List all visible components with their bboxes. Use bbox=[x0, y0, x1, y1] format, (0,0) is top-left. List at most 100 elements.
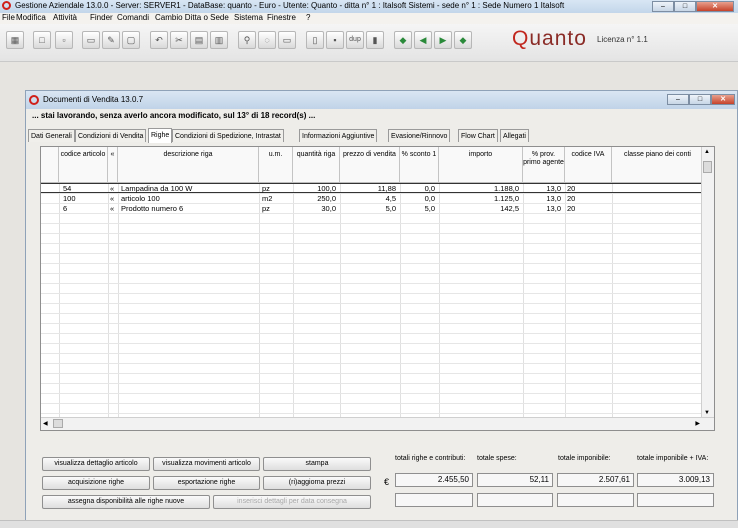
tab-dati-generali[interactable]: Dati Generali bbox=[28, 129, 75, 142]
first-record-icon[interactable]: ◆ bbox=[394, 31, 412, 49]
header-prov-agente[interactable]: % prov. primo agente bbox=[523, 147, 565, 183]
header-codice-iva[interactable]: codice IVA bbox=[565, 147, 612, 183]
hscroll-thumb[interactable] bbox=[53, 419, 63, 428]
riaggiorna-prezzi-button[interactable]: (ri)aggiorna prezzi bbox=[263, 476, 371, 490]
acquisizione-righe-button[interactable]: acquisizione righe bbox=[42, 476, 150, 490]
tab-condizioni-spedizione[interactable]: Condizioni di Spedizione, Intrastat bbox=[172, 129, 284, 142]
cell-importo[interactable]: 1.188,0 bbox=[439, 184, 519, 194]
zoom-icon[interactable]: ◌ bbox=[258, 31, 276, 49]
header-prezzo[interactable]: prezzo di vendita bbox=[340, 147, 400, 183]
dup-button[interactable]: dup bbox=[346, 31, 364, 49]
header-quantita[interactable]: quantità riga bbox=[293, 147, 340, 183]
cell-descrizione[interactable]: articolo 100 bbox=[121, 194, 160, 204]
tab-righe[interactable]: Righe bbox=[148, 128, 173, 143]
cell-quantita[interactable]: 250,0 bbox=[293, 194, 336, 204]
cell-codice[interactable]: 54 bbox=[63, 184, 71, 194]
cell-quantita[interactable]: 100,0 bbox=[293, 184, 336, 194]
child-maximize-button[interactable]: □ bbox=[689, 94, 711, 105]
scroll-thumb[interactable] bbox=[703, 161, 712, 173]
edit-icon[interactable]: ✎ bbox=[102, 31, 120, 49]
menu-attivita[interactable]: Attività bbox=[53, 13, 77, 22]
visualizza-dettaglio-button[interactable]: visualizza dettaglio articolo bbox=[42, 457, 150, 471]
open-icon[interactable]: ▭ bbox=[82, 31, 100, 49]
next-record-icon[interactable]: ▶ bbox=[434, 31, 452, 49]
cell-descrizione[interactable]: Lampadina da 100 W bbox=[121, 184, 192, 194]
cell-prov[interactable]: 13,0 bbox=[523, 194, 561, 204]
header-descrizione[interactable]: descrizione riga bbox=[118, 147, 259, 183]
cell-um[interactable]: m2 bbox=[262, 194, 272, 204]
previous-record-icon[interactable]: ◀ bbox=[414, 31, 432, 49]
cell-sconto[interactable]: 5,0 bbox=[400, 204, 435, 214]
scroll-right-icon[interactable]: ▶ bbox=[695, 420, 700, 427]
minimize-button[interactable]: – bbox=[652, 1, 674, 12]
clear-icon[interactable]: ▢ bbox=[122, 31, 140, 49]
stampa-button[interactable]: stampa bbox=[263, 457, 371, 471]
clipboard-icon[interactable]: ▥ bbox=[210, 31, 228, 49]
maximize-button[interactable]: □ bbox=[674, 1, 696, 12]
header-classe-piano-conti[interactable]: classe piano dei conti bbox=[612, 147, 704, 183]
cell-iva[interactable]: 20 bbox=[567, 204, 575, 214]
menu-cambio-ditta[interactable]: Cambio Ditta o Sede bbox=[155, 13, 229, 22]
paste-icon[interactable]: ▤ bbox=[190, 31, 208, 49]
cell-prezzo[interactable]: 4,5 bbox=[340, 194, 396, 204]
cell-sconto[interactable]: 0,0 bbox=[400, 194, 435, 204]
esportazione-righe-button[interactable]: esportazione righe bbox=[153, 476, 260, 490]
cell-iva[interactable]: 20 bbox=[567, 184, 575, 194]
header-importo[interactable]: importo bbox=[439, 147, 523, 183]
cell-arrow[interactable]: « bbox=[110, 194, 114, 204]
header-um[interactable]: u.m. bbox=[259, 147, 293, 183]
cell-importo[interactable]: 142,5 bbox=[439, 204, 519, 214]
assegna-disponibilita-button[interactable]: assegna disponibilità alle righe nuove bbox=[42, 495, 210, 509]
child-minimize-button[interactable]: – bbox=[667, 94, 689, 105]
cell-um[interactable]: pz bbox=[262, 204, 270, 214]
tab-informazioni-aggiuntive[interactable]: Informazioni Aggiuntive bbox=[299, 129, 378, 142]
child-close-button[interactable]: ✕ bbox=[711, 94, 735, 105]
cell-arrow[interactable]: « bbox=[110, 204, 114, 214]
grid-vertical-scrollbar[interactable]: ▲ ▼ bbox=[701, 147, 714, 418]
header-arrow[interactable]: « bbox=[108, 147, 118, 183]
cell-descrizione[interactable]: Prodotto numero 6 bbox=[121, 204, 183, 214]
header-sconto[interactable]: % sconto 1 bbox=[400, 147, 439, 183]
menu-finder[interactable]: Finder bbox=[90, 13, 113, 22]
menu-help[interactable]: ? bbox=[306, 13, 310, 22]
last-record-icon[interactable]: ◆ bbox=[454, 31, 472, 49]
visualizza-movimenti-button[interactable]: visualizza movimenti articolo bbox=[153, 457, 260, 471]
grid-horizontal-scrollbar[interactable]: ◀ ▶ bbox=[41, 417, 714, 430]
tab-condizioni-vendita[interactable]: Condizioni di Vendita bbox=[75, 129, 147, 142]
cut-icon[interactable]: ✂ bbox=[170, 31, 188, 49]
menu-sistema[interactable]: Sistema bbox=[234, 13, 263, 22]
new-icon[interactable]: □ bbox=[33, 31, 51, 49]
cell-codice[interactable]: 100 bbox=[63, 194, 76, 204]
cell-prezzo[interactable]: 5,0 bbox=[340, 204, 396, 214]
scroll-left-icon[interactable]: ◀ bbox=[43, 420, 48, 427]
cell-prov[interactable]: 13,0 bbox=[523, 184, 561, 194]
righe-grid[interactable]: codice articolo « descrizione riga u.m. … bbox=[40, 146, 715, 431]
cell-arrow[interactable]: « bbox=[110, 184, 114, 194]
cell-prezzo[interactable]: 11,88 bbox=[340, 184, 396, 194]
scroll-up-icon[interactable]: ▲ bbox=[704, 149, 710, 155]
save-icon[interactable]: ▪ bbox=[326, 31, 344, 49]
undo-icon[interactable]: ↶ bbox=[150, 31, 168, 49]
tab-evasione-rinnovo[interactable]: Evasione/Rinnovo bbox=[388, 129, 451, 142]
menu-finestre[interactable]: Finestre bbox=[267, 13, 296, 22]
menu-modifica[interactable]: Modifica bbox=[16, 13, 46, 22]
document-icon[interactable]: ▯ bbox=[306, 31, 324, 49]
close-button[interactable]: ✕ bbox=[696, 1, 734, 12]
search-icon[interactable]: ⚲ bbox=[238, 31, 256, 49]
tab-allegati[interactable]: Allegati bbox=[500, 129, 529, 142]
cell-sconto[interactable]: 0,0 bbox=[400, 184, 435, 194]
cell-codice[interactable]: 6 bbox=[63, 204, 67, 214]
copy-icon[interactable]: ▫ bbox=[55, 31, 73, 49]
cell-quantita[interactable]: 30,0 bbox=[293, 204, 336, 214]
header-codice-articolo[interactable]: codice articolo bbox=[59, 147, 108, 183]
delete-icon[interactable]: ▮ bbox=[366, 31, 384, 49]
menu-file[interactable]: File bbox=[2, 13, 15, 22]
cell-um[interactable]: pz bbox=[262, 184, 270, 194]
grid-icon[interactable]: ▦ bbox=[6, 31, 24, 49]
cell-iva[interactable]: 20 bbox=[567, 194, 575, 204]
window-icon[interactable]: ▭ bbox=[278, 31, 296, 49]
tab-flow-chart[interactable]: Flow Chart bbox=[458, 129, 498, 142]
menu-comandi[interactable]: Comandi bbox=[117, 13, 149, 22]
cell-importo[interactable]: 1.125,0 bbox=[439, 194, 519, 204]
scroll-down-icon[interactable]: ▼ bbox=[704, 410, 710, 416]
